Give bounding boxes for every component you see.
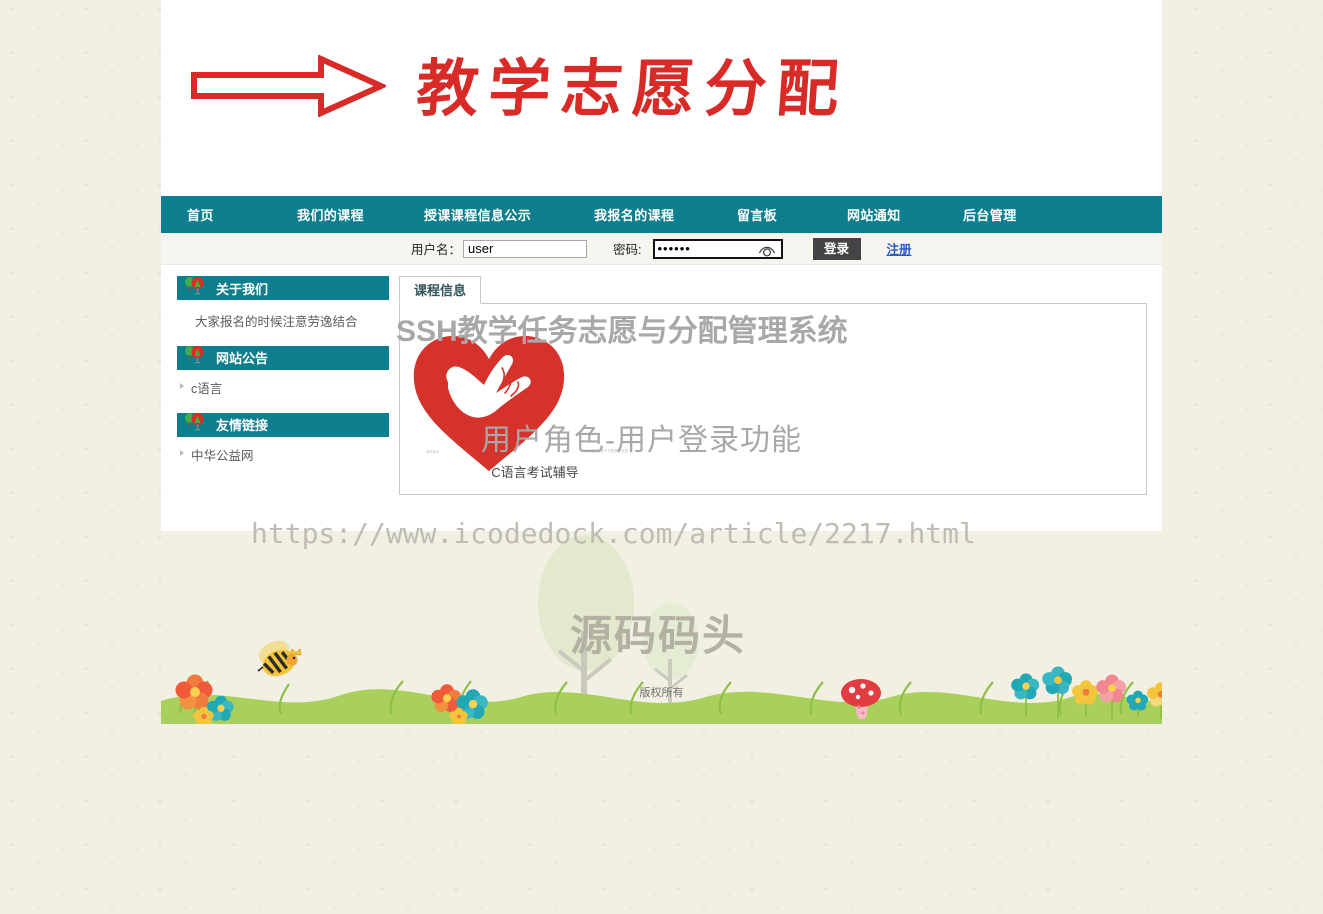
eye-icon[interactable] <box>758 243 776 261</box>
tree-sign-icon <box>183 276 207 301</box>
right-arrow-icon <box>191 54 389 122</box>
username-input[interactable] <box>463 239 588 258</box>
main-panel: 课程信息 源码码头 教学任务志愿与分配管理系统 C语言考试辅导 <box>399 276 1147 495</box>
login-bar: 用户名： 密码: •••••• 登录 注册 <box>161 233 1162 265</box>
site-banner: 教学志愿分配 <box>161 0 1162 196</box>
sidebar-block-notice-header[interactable]: 网站公告 <box>177 345 389 370</box>
main-navigation: 首页 我们的课程 授课课程信息公示 我报名的课程 留言板 网站通知 后台管理 <box>161 196 1162 233</box>
copyright-text: 版权所有 <box>639 687 684 699</box>
course-list-panel: 源码码头 教学任务志愿与分配管理系统 C语言考试辅导 <box>399 303 1147 495</box>
course-card[interactable]: 源码码头 教学任务志愿与分配管理系统 C语言考试辅导 <box>420 310 650 481</box>
sidebar-block-about-header[interactable]: 关于我们 <box>177 276 389 300</box>
image-caption-left: 源码码头 <box>426 450 440 454</box>
nav-item-message-board[interactable]: 留言板 <box>737 205 847 224</box>
register-link[interactable]: 注册 <box>887 239 912 258</box>
site-footer: 版权所有 <box>161 531 1162 724</box>
nav-item-site-notice[interactable]: 网站通知 <box>847 205 963 224</box>
password-input[interactable]: •••••• <box>652 238 783 261</box>
nav-item-our-courses[interactable]: 我们的课程 <box>297 205 424 224</box>
nav-item-course-publicity[interactable]: 授课课程信息公示 <box>424 205 594 224</box>
sidebar: 关于我们 大家报名的时候注意劳逸结合 网站公告 c语言 友情链接 中华公益网 <box>177 276 389 495</box>
nav-item-home[interactable]: 首页 <box>187 205 297 224</box>
banner-title: 教学志愿分配 <box>414 56 851 124</box>
nav-item-admin[interactable]: 后台管理 <box>963 205 1017 224</box>
red-heart-hand-logo: 源码码头 教学任务志愿与分配管理系统 <box>420 310 640 460</box>
list-item[interactable]: c语言 <box>177 376 389 399</box>
tree-sign-icon <box>183 412 207 437</box>
list-item[interactable]: 中华公益网 <box>177 443 389 466</box>
site-container: 教学志愿分配 首页 我们的课程 授课课程信息公示 我报名的课程 留言板 网站通知… <box>161 0 1162 531</box>
tree-sign-icon <box>183 345 207 370</box>
sidebar-block-links-header[interactable]: 友情链接 <box>177 412 389 437</box>
image-caption-right: 教学任务志愿与分配管理系统 <box>583 449 628 453</box>
sidebar-links-list: 中华公益网 <box>177 439 389 480</box>
sidebar-block-title: 网站公告 <box>216 351 269 366</box>
content-row: 关于我们 大家报名的时候注意劳逸结合 网站公告 c语言 友情链接 中华公益网 课… <box>161 265 1162 495</box>
password-label: 密码: <box>613 243 642 257</box>
sidebar-block-title: 关于我们 <box>216 281 269 297</box>
tab-course-info[interactable]: 课程信息 <box>399 276 482 304</box>
course-title[interactable]: C语言考试辅导 <box>420 462 650 481</box>
tab-strip: 课程信息 <box>399 276 1147 304</box>
sidebar-block-title: 友情链接 <box>216 418 269 433</box>
sidebar-notice-list: c语言 <box>177 372 389 413</box>
password-value: •••••• <box>654 242 691 255</box>
nav-item-my-courses[interactable]: 我报名的课程 <box>594 205 737 224</box>
login-button[interactable]: 登录 <box>812 237 861 260</box>
username-label: 用户名： <box>411 243 462 257</box>
sidebar-about-text: 大家报名的时候注意劳逸结合 <box>195 315 358 329</box>
